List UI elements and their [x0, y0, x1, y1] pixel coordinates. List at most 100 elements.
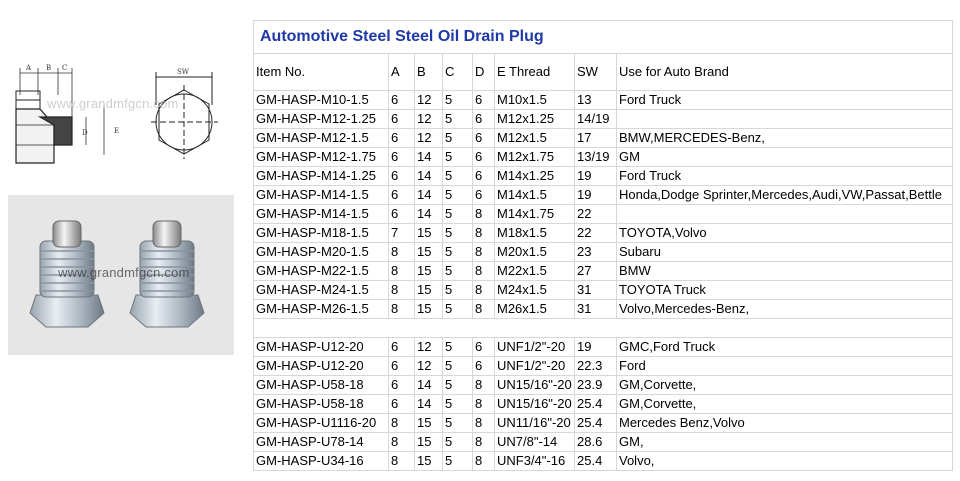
table-cell: GM-HASP-M26-1.5 [253, 299, 389, 319]
table-cell: 15 [414, 261, 443, 281]
table-cell: 7 [388, 223, 415, 243]
dim-label-b: B [46, 64, 51, 72]
table-cell: 6 [388, 166, 415, 186]
table-cell: 14 [414, 166, 443, 186]
table-cell: GM-HASP-M12-1.5 [253, 128, 389, 148]
table-cell: GM, [615, 432, 954, 452]
table-cell: 6 [388, 337, 415, 357]
table-cell: 6 [388, 394, 415, 414]
table-cell: 6 [388, 109, 415, 129]
table-row: GM-HASP-U58-18 6 14 5 8 UN15/16"-20 25.4 GM,Cor… [253, 394, 954, 414]
table-cell: GM-HASP-M22-1.5 [253, 261, 389, 281]
table-cell: GM-HASP-U78-14 [253, 432, 389, 452]
table-row: GM-HASP-M12-1.75 6 14 5 6 M12x1.75 13/19 GM [253, 147, 954, 167]
table-cell: 5 [442, 90, 473, 110]
watermark-text: www.grandmfgcn.com [47, 96, 179, 111]
header-c: C [442, 53, 473, 91]
table-cell: UN15/16"-20 [494, 394, 575, 414]
table-row: GM-HASP-U34-16 8 15 5 8 UNF3/4"-16 25.4 Volvo, [253, 451, 954, 471]
table-cell: 8 [472, 204, 495, 224]
table-cell: 6 [472, 147, 495, 167]
table-cell: 8 [472, 280, 495, 300]
table-cell: 31 [574, 299, 617, 319]
table-cell [615, 204, 954, 224]
table-cell: 5 [442, 109, 473, 129]
table-cell: 31 [574, 280, 617, 300]
table-cell: 8 [472, 242, 495, 262]
table-cell: Ford [615, 356, 954, 376]
table-cell: 6 [388, 185, 415, 205]
table-cell: 14 [414, 204, 443, 224]
table-cell: 6 [472, 185, 495, 205]
table-cell: 5 [442, 394, 473, 414]
table-cell: M10x1.5 [494, 90, 575, 110]
table-cell: GM-HASP-M12-1.75 [253, 147, 389, 167]
table-cell: UN7/8"-14 [494, 432, 575, 452]
table-cell: 8 [472, 394, 495, 414]
table-cell: M14x1.5 [494, 185, 575, 205]
table-cell: TOYOTA,Volvo [615, 223, 954, 243]
header-b: B [414, 53, 443, 91]
table-cell: GM-HASP-M14-1.5 [253, 185, 389, 205]
table-cell: GM-HASP-M10-1.5 [253, 90, 389, 110]
table-cell: 22.3 [574, 356, 617, 376]
product-photo: www.grandmfgcn.com [8, 195, 234, 355]
table-cell: UNF1/2"-20 [494, 356, 575, 376]
table-cell: 12 [414, 109, 443, 129]
table-cell: 5 [442, 128, 473, 148]
table-cell: 5 [442, 242, 473, 262]
table-cell: 8 [388, 280, 415, 300]
table-cell: 5 [442, 280, 473, 300]
dim-label-c: C [62, 64, 67, 72]
table-title: Automotive Steel Steel Oil Drain Plug [252, 20, 954, 54]
table-cell: GM-HASP-U12-20 [253, 356, 389, 376]
table-cell: 14/19 [574, 109, 617, 129]
table-cell: 15 [414, 432, 443, 452]
table-cell: 19 [574, 166, 617, 186]
table-cell: 8 [388, 261, 415, 281]
table-row: GM-HASP-M18-1.5 7 15 5 8 M18x1.5 22 TOYOTA,Volv… [253, 223, 954, 243]
table-cell: TOYOTA Truck [615, 280, 954, 300]
spacer-row [252, 318, 954, 338]
table-cell: Volvo, [615, 451, 954, 471]
table-cell: GM-HASP-M14-1.5 [253, 204, 389, 224]
header-row: Item No. A B C D E Thread SW Use for Auto Brand [253, 53, 954, 91]
table-cell: 8 [388, 432, 415, 452]
dim-label-d: D [82, 129, 88, 137]
table-cell: GM-HASP-U34-16 [253, 451, 389, 471]
plug-technical-drawing: A B C D E SW [15, 64, 218, 164]
table-cell: 5 [442, 185, 473, 205]
table-cell: 15 [414, 280, 443, 300]
header-d: D [472, 53, 495, 91]
table-cell: UNF1/2"-20 [494, 337, 575, 357]
table-cell: 8 [472, 299, 495, 319]
table-cell: 15 [414, 223, 443, 243]
table-cell: 5 [442, 432, 473, 452]
table-row: GM-HASP-M20-1.5 8 15 5 8 M20x1.5 23 Subaru [253, 242, 954, 262]
table-cell: 13/19 [574, 147, 617, 167]
table-cell: 14 [414, 147, 443, 167]
table-cell: GM-HASP-M18-1.5 [253, 223, 389, 243]
table-cell: GMC,Ford Truck [615, 337, 954, 357]
table-cell: Honda,Dodge Sprinter,Mercedes,Audi,VW,Pa… [615, 185, 954, 205]
table-cell: 5 [442, 356, 473, 376]
spec-table: Automotive Steel Steel Oil Drain Plug It… [252, 20, 954, 471]
table-cell: 6 [472, 128, 495, 148]
table-cell: GM-HASP-U1116-20 [253, 413, 389, 433]
table-cell: M22x1.5 [494, 261, 575, 281]
table-cell: UN11/16"-20 [494, 413, 575, 433]
table-cell: M26x1.5 [494, 299, 575, 319]
table-cell [615, 109, 954, 129]
table-cell: 8 [472, 223, 495, 243]
table-row: GM-HASP-U12-20 6 12 5 6 UNF1/2"-20 22.3 Ford [253, 356, 954, 376]
header-item-no: Item No. [253, 53, 389, 91]
table-cell: 5 [442, 375, 473, 395]
table-cell: M18x1.5 [494, 223, 575, 243]
table-row: GM-HASP-M10-1.5 6 12 5 6 M10x1.5 13 Ford Truck [253, 90, 954, 110]
table-cell: 8 [472, 375, 495, 395]
table-cell: 15 [414, 299, 443, 319]
table-cell: M14x1.75 [494, 204, 575, 224]
table-cell: M12x1.25 [494, 109, 575, 129]
table-cell: GM-HASP-U58-18 [253, 375, 389, 395]
table-cell: BMW [615, 261, 954, 281]
